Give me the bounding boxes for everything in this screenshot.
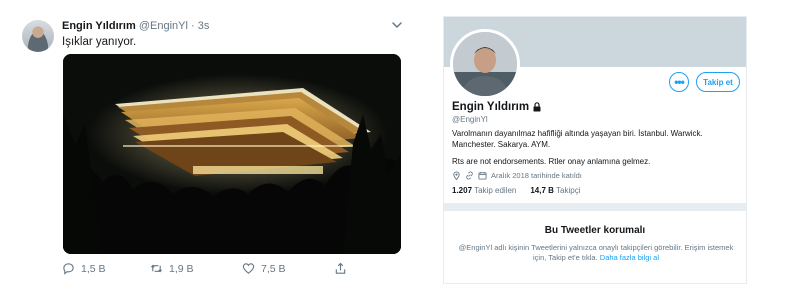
- followers-label: Takipçi: [556, 186, 581, 195]
- following-count: 1.207: [452, 186, 473, 195]
- followers-stat[interactable]: 14,7 B Takipçi: [530, 186, 580, 195]
- profile-stats: 1.207 Takip edilen 14,7 B Takipçi: [452, 186, 580, 195]
- profile-name-row: Engin Yıldırım: [452, 101, 542, 113]
- calendar-icon: [478, 171, 487, 180]
- profile-card: ••• Takip et Engin Yıldırım @EnginYl Var…: [443, 16, 747, 284]
- protected-message: @EnginYl adlı kişinin Tweetlerini yalnız…: [456, 243, 736, 263]
- location-icon: [453, 171, 460, 180]
- lock-icon: [533, 102, 541, 112]
- retweet-button[interactable]: 1,9 B: [150, 262, 194, 275]
- following-stat[interactable]: 1.207 Takip edilen: [452, 186, 516, 195]
- profile-bio: Varolmanın dayanılmaz hafifliği altında …: [452, 129, 703, 149]
- profile-bio-note: Rts are not endorsements. Rtler onay anl…: [452, 157, 651, 166]
- heart-icon: [242, 263, 255, 274]
- profile-meta: Aralık 2018 tarihinde katıldı: [452, 171, 582, 180]
- tweet-header: Engin Yıldırım @EnginYl · 3s: [62, 20, 209, 32]
- tweet-actions: 1,5 B 1,9 B 7,5 B: [62, 262, 362, 278]
- tweet-text: Işıklar yanıyor.: [62, 36, 137, 48]
- followers-count: 14,7 B: [530, 186, 554, 195]
- learn-more-link[interactable]: Daha fazla bilgi al: [600, 253, 659, 262]
- share-icon: [335, 262, 346, 274]
- like-count: 7,5 B: [261, 262, 286, 275]
- profile-avatar[interactable]: [450, 29, 520, 99]
- join-date: Aralık 2018 tarihinde katıldı: [491, 171, 582, 180]
- more-options-button[interactable]: •••: [669, 72, 689, 92]
- tweet-photo[interactable]: [63, 54, 401, 254]
- protected-text: @EnginYl adlı kişinin Tweetlerini yalnız…: [458, 243, 734, 262]
- follow-button[interactable]: Takip et: [696, 72, 740, 92]
- avatar[interactable]: [22, 20, 54, 52]
- share-button[interactable]: [334, 262, 347, 275]
- retweet-icon: [150, 264, 163, 273]
- divider: [444, 203, 746, 211]
- profile-name[interactable]: Engin Yıldırım: [452, 101, 529, 113]
- author-handle[interactable]: @EnginYl: [139, 20, 188, 32]
- retweet-count: 1,9 B: [169, 262, 194, 275]
- author-name[interactable]: Engin Yıldırım: [62, 20, 136, 32]
- reply-count: 1,5 B: [81, 262, 106, 275]
- link-icon: [466, 171, 473, 180]
- tweet-time[interactable]: 3s: [198, 20, 210, 32]
- protected-title: Bu Tweetler korumalı: [544, 225, 646, 236]
- reply-icon: [63, 263, 74, 275]
- profile-handle: @EnginYl: [452, 115, 488, 124]
- like-button[interactable]: 7,5 B: [242, 262, 286, 275]
- chevron-down-icon[interactable]: [390, 18, 404, 32]
- following-label: Takip edilen: [474, 186, 517, 195]
- tweet: Engin Yıldırım @EnginYl · 3s Işıklar yan…: [22, 12, 410, 288]
- separator: ·: [190, 20, 195, 32]
- reply-button[interactable]: 1,5 B: [62, 262, 106, 275]
